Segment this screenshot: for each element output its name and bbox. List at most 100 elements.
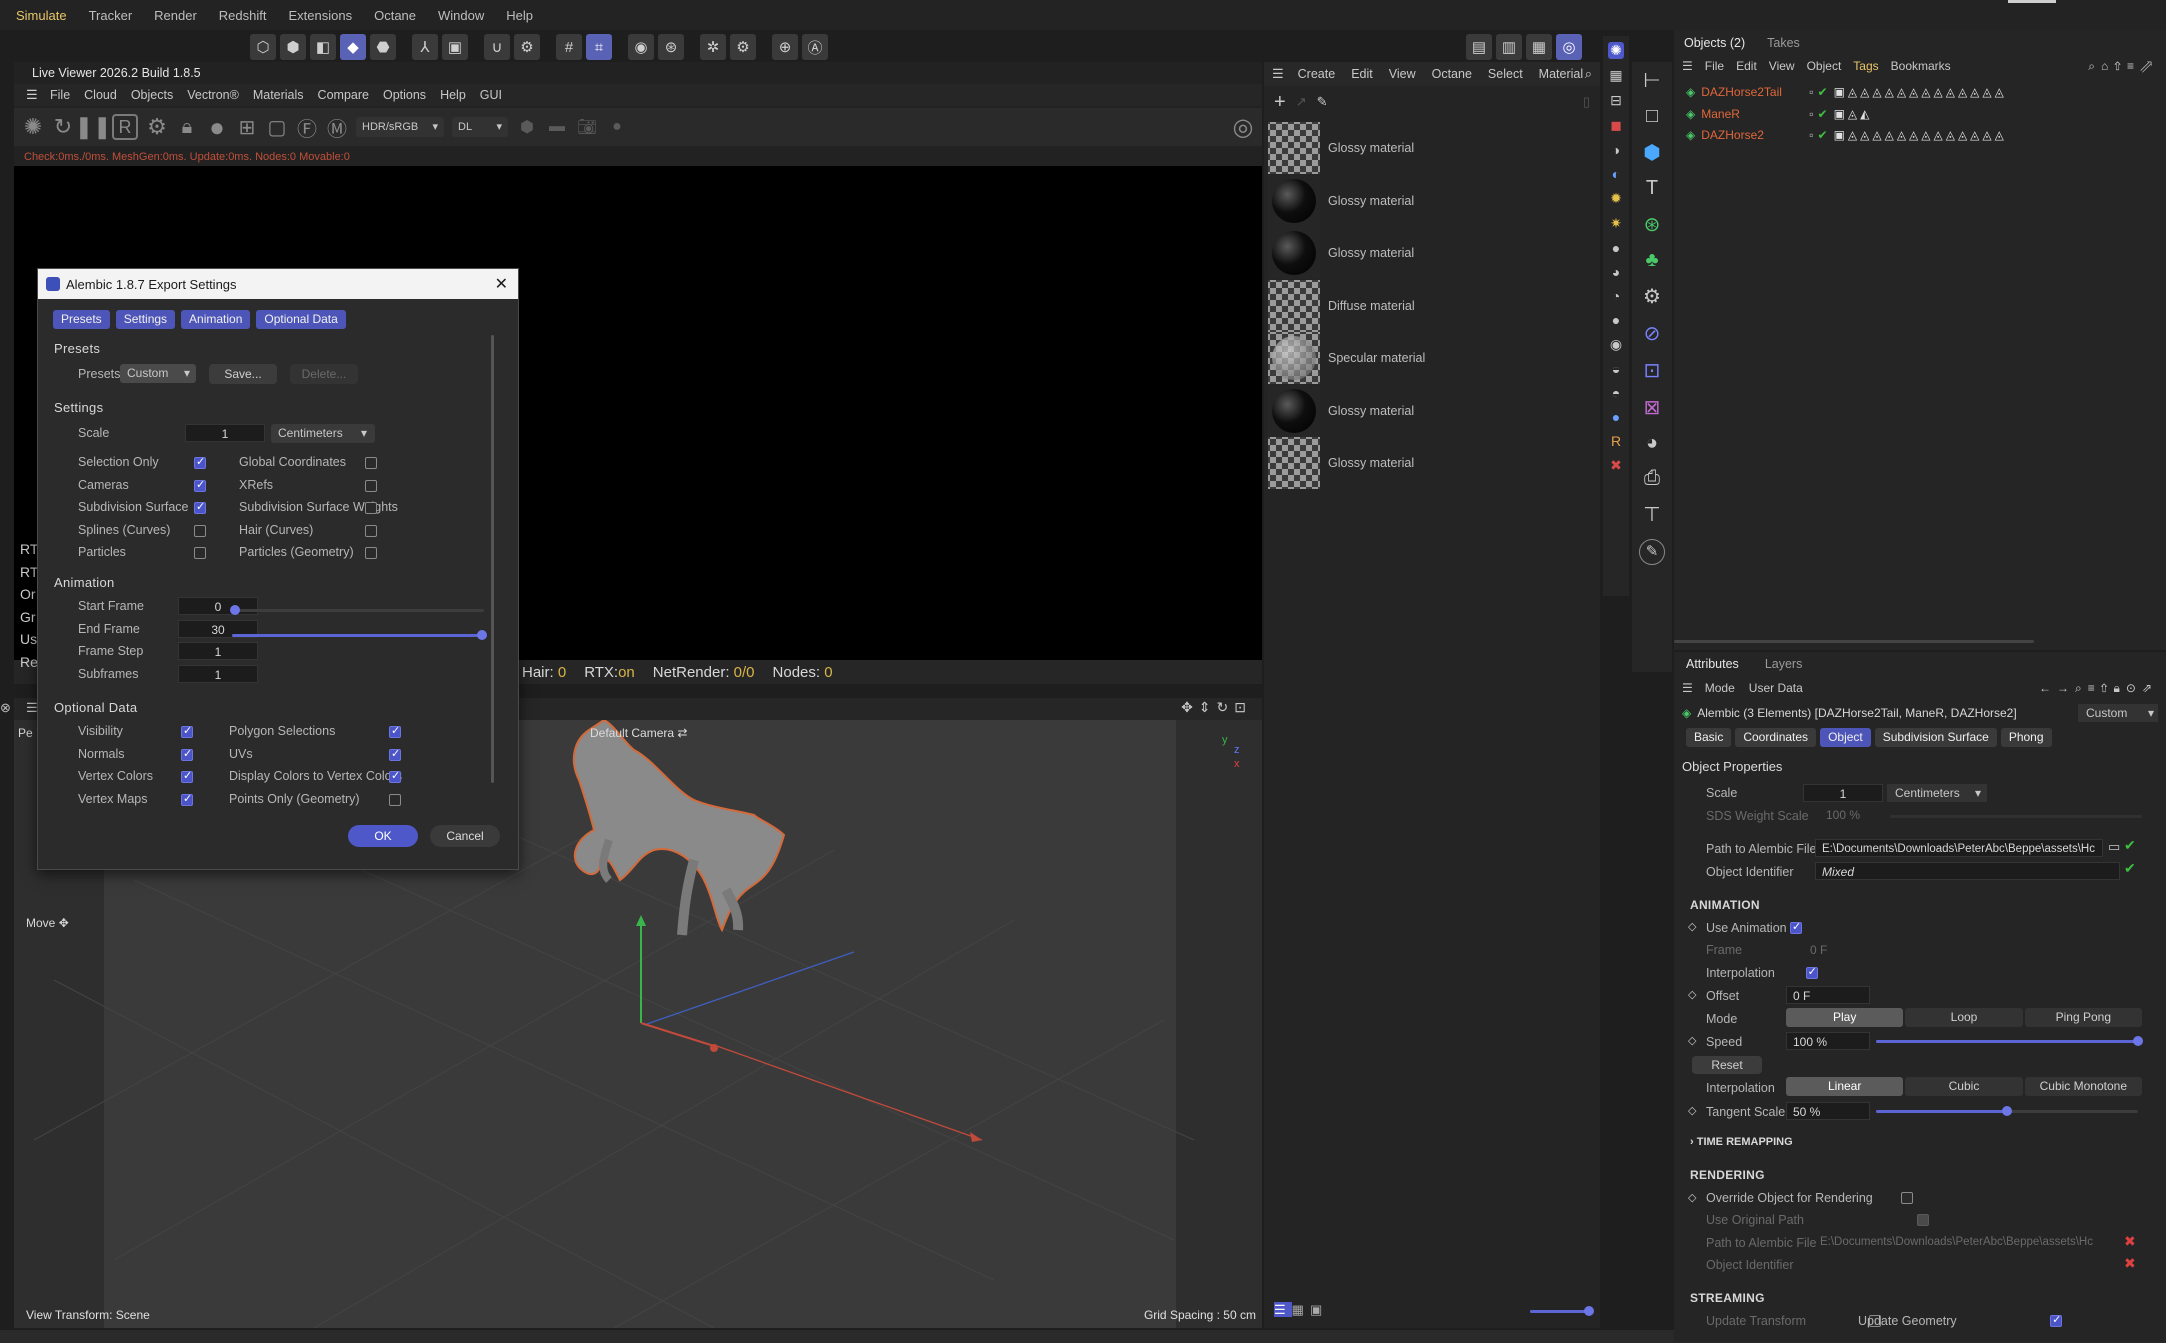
mode-option[interactable]: Play <box>1786 1008 1904 1027</box>
identifier-input[interactable]: Mixed <box>1815 862 2120 880</box>
material-item[interactable]: Glossy material <box>1268 227 1568 279</box>
lv-menu-item[interactable]: Objects <box>131 88 173 102</box>
objects-menu-item[interactable]: File <box>1705 59 1724 73</box>
circle-icon[interactable]: ● <box>606 116 628 138</box>
end-frame-slider[interactable] <box>232 630 487 640</box>
attributes-subtab[interactable]: Object <box>1820 728 1871 747</box>
contrast-icon[interactable]: ◑ <box>1612 142 1620 158</box>
snap-settings-icon[interactable]: ⚙ <box>514 34 540 60</box>
objects-menu-item[interactable]: Tags <box>1853 59 1878 73</box>
material-menu-item[interactable]: Edit <box>1351 67 1373 81</box>
dialog-tab[interactable]: Presets <box>53 310 110 329</box>
cube-mode-icon[interactable]: ⬡ <box>250 34 276 60</box>
generator-icon[interactable]: ⊛ <box>1644 212 1661 237</box>
kernel-select[interactable]: DL ▾ <box>452 117 508 137</box>
check-row[interactable]: Points Only (Geometry) <box>229 792 409 815</box>
checkbox[interactable] <box>181 747 193 761</box>
check-row[interactable]: Global Coordinates <box>239 455 385 478</box>
sphere8-icon[interactable]: ● <box>1612 409 1620 425</box>
menu-item-window[interactable]: Window <box>438 8 484 23</box>
tangent-slider-knob[interactable] <box>2002 1106 2012 1116</box>
presets-select[interactable]: Custom ▾ <box>120 364 196 383</box>
spline-icon[interactable]: ⊡ <box>1644 358 1661 383</box>
restart-icon[interactable]: ↻ <box>52 114 74 139</box>
focus-icon[interactable]: Ⓕ <box>296 116 318 141</box>
camera-icon[interactable]: ⎙ <box>1644 467 1660 490</box>
window-control[interactable] <box>2008 0 2056 3</box>
objects-tab[interactable]: Objects (2) <box>1684 36 1745 50</box>
anim-field-input[interactable]: 1 <box>178 642 258 660</box>
path-input[interactable]: E:\Documents\Downloads\PeterAbc\Beppe\as… <box>1815 839 2103 857</box>
check-row[interactable]: XRefs <box>239 478 385 501</box>
cube-icon[interactable]: ⬢ <box>1643 140 1660 165</box>
close-icon[interactable]: ✕ <box>495 274 508 294</box>
sphere7-icon[interactable]: ◓ <box>1612 385 1620 401</box>
speed-input[interactable]: 100 % <box>1786 1032 1870 1050</box>
tangent-keyframe-icon[interactable]: ◇ <box>1688 1104 1696 1117</box>
enabled-check-icon[interactable]: ✔ <box>1818 128 1828 142</box>
checkbox[interactable] <box>389 769 401 783</box>
sculpt-icon[interactable]: ✲ <box>700 34 726 60</box>
checkbox[interactable] <box>181 792 193 806</box>
enabled-check-icon[interactable]: ✔ <box>1818 85 1828 99</box>
objects-menu-item[interactable]: Edit <box>1736 59 1757 73</box>
enabled-check-icon[interactable]: ✔ <box>1818 107 1828 121</box>
menu-item-render[interactable]: Render <box>154 8 197 23</box>
dialog-scrollbar[interactable] <box>491 335 494 783</box>
grid-icon[interactable]: # <box>556 34 582 60</box>
edit-icon[interactable]: ✎ <box>1639 539 1665 565</box>
checkbox[interactable] <box>389 793 401 806</box>
polygon-mode-icon[interactable]: ◧ <box>310 34 336 60</box>
update-geometry-checkbox[interactable] <box>2050 1313 2063 1327</box>
interp-option[interactable]: Linear <box>1786 1077 1904 1096</box>
checkbox[interactable] <box>365 547 377 559</box>
effector-icon[interactable]: ⚙ <box>1643 284 1661 309</box>
hamburger-icon[interactable]: ☰ <box>26 87 42 103</box>
lv-menu-item[interactable]: GUI <box>480 88 502 102</box>
checkbox[interactable] <box>389 724 401 738</box>
hexagon-icon[interactable]: ⬢ <box>516 116 538 138</box>
mode-option[interactable]: Ping Pong <box>2024 1008 2142 1027</box>
check-row[interactable]: Subdivision Surface <box>78 500 214 523</box>
octane-icon[interactable]: ⊕ <box>772 34 798 60</box>
region-render-icon[interactable]: R <box>112 114 138 140</box>
check-row[interactable]: Hair (Curves) <box>239 523 385 546</box>
gear-icon[interactable]: ⚙ <box>730 34 756 60</box>
folder-icon[interactable]: ▭ <box>2108 839 2120 855</box>
checkbox[interactable] <box>194 547 206 559</box>
check-row[interactable]: Cameras <box>78 478 214 501</box>
menu-item-simulate[interactable]: Simulate <box>16 8 67 23</box>
anim-field-input[interactable]: 0 <box>178 597 258 615</box>
interp-option[interactable]: Cubic <box>1905 1077 2023 1096</box>
hamburger-icon[interactable]: ☰ <box>26 700 38 716</box>
checkbox[interactable] <box>194 455 206 469</box>
sun-icon[interactable]: ✹ <box>1610 190 1622 207</box>
objects-menu-item[interactable]: Object <box>1807 59 1842 73</box>
add-icon[interactable]: + <box>1274 91 1286 114</box>
attributes-nav-icons[interactable]: ←→⌕≡⇧🔒︎⊙⇗ <box>2039 681 2158 696</box>
checkbox[interactable] <box>194 500 206 514</box>
use-animation-checkbox[interactable] <box>1790 920 1802 934</box>
half-sphere-icon[interactable]: ◐ <box>1612 166 1620 182</box>
attributes-subtab[interactable]: Phong <box>2000 728 2052 747</box>
lv-menu-item[interactable]: File <box>50 88 70 102</box>
cloner-icon[interactable]: ♣ <box>1645 249 1658 272</box>
lock-icon[interactable]: 🔒︎ <box>176 116 198 138</box>
sphere5-icon[interactable]: ◉ <box>1610 336 1622 353</box>
trash-icon[interactable]: ▯ <box>1583 94 1590 110</box>
checkbox[interactable] <box>389 747 401 761</box>
material-menu-item[interactable]: Material <box>1539 67 1583 81</box>
objects-scrollbar[interactable] <box>1674 640 2034 643</box>
deformer-icon[interactable]: ⊘ <box>1644 321 1661 346</box>
material-item[interactable]: Glossy material <box>1268 384 1568 437</box>
camera-red-icon[interactable]: ◼ <box>1610 117 1622 134</box>
camera-link-icon[interactable]: ⇄ <box>677 726 687 740</box>
workplane-icon[interactable]: ⌗ <box>586 34 612 60</box>
light-icon[interactable]: ✷ <box>1610 215 1622 232</box>
material-item[interactable]: Glossy material <box>1268 174 1568 227</box>
objects-menu-item[interactable]: Bookmarks <box>1891 59 1951 73</box>
checker-icon[interactable]: ▦ <box>1609 67 1622 84</box>
rect-icon[interactable]: ▬ <box>546 116 568 138</box>
dialog-tab[interactable]: Optional Data <box>256 310 346 329</box>
scale-unit-select[interactable]: Centimeters ▾ <box>271 424 375 443</box>
